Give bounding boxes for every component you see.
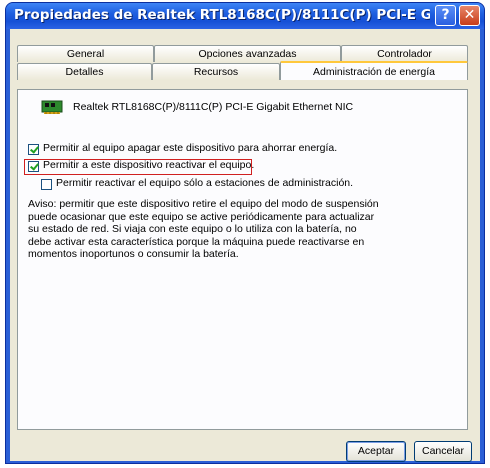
tab-controlador[interactable]: Controlador (341, 45, 468, 62)
allow-power-off-label[interactable]: Permitir al equipo apagar este dispositi… (43, 142, 337, 154)
ok-button[interactable]: Aceptar (346, 441, 406, 462)
tab-recursos[interactable]: Recursos (152, 63, 280, 80)
tab-detalles[interactable]: Detalles (17, 63, 152, 80)
device-name: Realtek RTL8168C(P)/8111C(P) PCI-E Gigab… (73, 101, 354, 113)
dialog-client-area: General Opciones avanzadas Controlador D… (10, 29, 480, 462)
properties-dialog: Propiedades de Realtek RTL8168C(P)/8111C… (5, 2, 485, 464)
title-bar[interactable]: Propiedades de Realtek RTL8168C(P)/8111C… (6, 3, 484, 29)
tab-opciones-avanzadas[interactable]: Opciones avanzadas (154, 45, 341, 62)
allow-power-off-checkbox[interactable] (28, 144, 39, 155)
tab-general[interactable]: General (17, 45, 154, 62)
network-card-icon (41, 100, 63, 114)
management-stations-only-checkbox[interactable] (41, 179, 52, 190)
management-stations-only-label[interactable]: Permitir reactivar el equipo sólo a esta… (56, 177, 353, 189)
cancel-button[interactable]: Cancelar (414, 441, 472, 462)
power-management-panel: Realtek RTL8168C(P)/8111C(P) PCI-E Gigab… (17, 89, 468, 430)
close-button[interactable]: ✕ (459, 5, 480, 26)
allow-wake-checkbox[interactable] (28, 161, 39, 172)
window-title: Propiedades de Realtek RTL8168C(P)/8111C… (14, 7, 430, 23)
tab-administracion-energia[interactable]: Administración de energía (280, 61, 468, 80)
allow-wake-label[interactable]: Permitir a este dispositivo reactivar el… (43, 159, 254, 171)
warning-text: Aviso: permitir que este dispositivo ret… (28, 198, 379, 260)
help-button[interactable]: ? (435, 5, 456, 26)
